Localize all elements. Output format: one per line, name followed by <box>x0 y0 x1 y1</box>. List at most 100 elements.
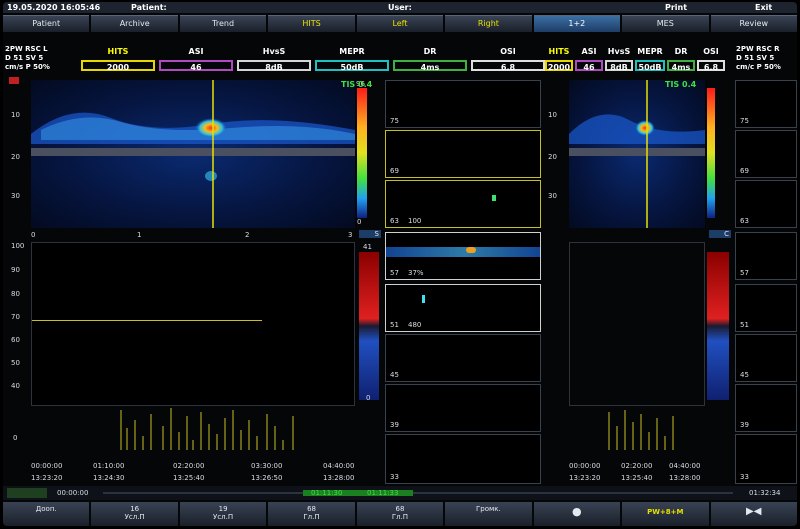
amplitude-panel-right[interactable] <box>569 242 705 406</box>
param-mepr-value[interactable]: 50dB <box>315 60 389 72</box>
play-mid1: 01:11:30 <box>311 489 343 497</box>
tis-label-left: TIS 0.4 <box>341 80 373 89</box>
gain2-control[interactable]: 19 Усл.П <box>179 502 267 526</box>
mini-panel-1[interactable]: 75 <box>385 80 541 128</box>
amp-tick-90: 90 <box>11 266 20 274</box>
depth2-control[interactable]: 68 Гл.П <box>356 502 444 526</box>
tab-1plus2[interactable]: 1+2 <box>533 15 621 32</box>
param-asi-value[interactable]: 46 <box>159 60 233 72</box>
tab-review[interactable]: Review <box>710 15 797 32</box>
amplitude-panel-left[interactable] <box>31 242 355 406</box>
param-mepr-value-right[interactable]: 50dB <box>635 60 665 72</box>
colorbar-left-2 <box>359 252 379 400</box>
app-window: 19.05.2020 16:05:46 Patient: User: Print… <box>3 2 797 526</box>
play-slider[interactable] <box>103 492 733 494</box>
amp-tick-60: 60 <box>11 336 20 344</box>
depth-tick-20: 20 <box>11 153 20 161</box>
tab-trend[interactable]: Trend <box>179 15 267 32</box>
tab-patient[interactable]: Patient <box>3 15 90 32</box>
mini-panel-3[interactable]: 63 100 <box>385 180 541 228</box>
mode-pw-button[interactable]: PW+8+M <box>622 502 709 526</box>
param-asi-label-right: ASI <box>581 47 597 56</box>
right-mini-panel-1[interactable]: 75 <box>735 80 797 128</box>
time-tick-0: 0 <box>31 231 36 239</box>
spectrum-trace <box>31 80 355 228</box>
mode-s-button[interactable]: S <box>359 230 381 238</box>
freeze-button[interactable]: ▶◀ <box>710 502 797 526</box>
play-mid2: 01:11:33 <box>367 489 399 497</box>
hits-histogram-left <box>31 406 355 450</box>
param-hvss-value[interactable]: 8dB <box>237 60 311 72</box>
mode-c-button[interactable]: C <box>709 230 731 238</box>
left-probe-status: 2PW RSC L D 51 SV 5 cm/s P 50% <box>5 45 50 71</box>
time-tick-3: 3 <box>348 231 353 239</box>
tab-right[interactable]: Right <box>445 15 532 32</box>
param-hits-label-right: HITS <box>548 47 570 56</box>
dopp-button[interactable]: Дооп. <box>3 502 90 526</box>
param-osi-value[interactable]: 6.8 <box>471 60 545 72</box>
amp-tick-40: 40 <box>11 382 20 390</box>
marker-icon[interactable] <box>9 77 19 84</box>
play-button[interactable] <box>7 488 47 498</box>
tab-mes[interactable]: MES <box>622 15 709 32</box>
param-dr-label: DR <box>423 47 437 56</box>
bottom-toolbar: Дооп. 16 Усл.П 19 Усл.П 68 Гл.П 68 Гл.П Гром… <box>3 502 797 526</box>
param-dr-label-right: DR <box>674 47 688 56</box>
param-mepr-label: MEPR <box>339 47 365 56</box>
mini-panel-5[interactable]: 51 480 <box>385 284 541 332</box>
print-button[interactable]: Print <box>665 2 687 13</box>
play-end-time: 01:32:34 <box>749 489 781 497</box>
right-mini-panel-2[interactable]: 69 <box>735 130 797 178</box>
colorbar-min: 0 <box>357 218 362 226</box>
param-dr-value-right[interactable]: 4ms <box>667 60 695 72</box>
amp-tick-80: 80 <box>11 290 20 298</box>
param-mepr-label-right: MEPR <box>637 47 663 56</box>
right-mini-panel-7[interactable]: 39 <box>735 384 797 432</box>
right-mini-panel-8[interactable]: 33 <box>735 434 797 484</box>
amp-tick-70: 70 <box>11 313 20 321</box>
right-mini-panel-4[interactable]: 57 <box>735 232 797 280</box>
param-osi-value-right[interactable]: 6.8 <box>697 60 725 72</box>
param-osi-label-right: OSI <box>703 47 719 56</box>
right-mini-panel-3[interactable]: 63 <box>735 180 797 228</box>
record-button[interactable]: ● <box>533 502 621 526</box>
colorbar2-max: 41 <box>363 243 372 251</box>
mini-panel-7[interactable]: 39 <box>385 384 541 432</box>
spectrum-right[interactable] <box>569 80 705 228</box>
param-asi-label: ASI <box>188 47 204 56</box>
timeline-left: 00:00:00 01:10:00 02:20:00 03:30:00 04:4… <box>31 462 355 482</box>
right-mini-panel-6[interactable]: 45 <box>735 334 797 382</box>
amp-tick-50: 50 <box>11 359 20 367</box>
time-tick-2: 2 <box>245 231 250 239</box>
params-right: HITS ASI HvsS MEPR DR OSI 2000 46 8dB 50… <box>545 47 725 75</box>
depth1-control[interactable]: 68 Гл.П <box>268 502 355 526</box>
param-dr-value[interactable]: 4ms <box>393 60 467 72</box>
tab-archive[interactable]: Archive <box>91 15 178 32</box>
patient-label: Patient: <box>131 3 167 12</box>
mini-panel-6[interactable]: 45 <box>385 334 541 382</box>
time-tick-1: 1 <box>137 231 142 239</box>
volume-control[interactable]: Громк. <box>445 502 532 526</box>
mini-panel-2[interactable]: 69 <box>385 130 541 178</box>
mini-panel-4[interactable]: 57 37% <box>385 232 541 280</box>
tab-left[interactable]: Left <box>356 15 444 32</box>
param-hits-value[interactable]: 2000 <box>81 60 155 72</box>
spectrum-left[interactable] <box>31 80 355 228</box>
playback-bar[interactable]: 00:00:00 01:11:30 01:11:33 01:32:34 <box>3 486 797 500</box>
param-hits-value-right[interactable]: 2000 <box>545 60 573 72</box>
param-asi-value-right[interactable]: 46 <box>575 60 603 72</box>
exit-button[interactable]: Exit <box>755 2 772 13</box>
tab-hits[interactable]: HITS <box>268 15 355 32</box>
param-hvss-value-right[interactable]: 8dB <box>605 60 633 72</box>
play-start-time: 00:00:00 <box>57 489 89 497</box>
gain1-control[interactable]: 16 Усл.П <box>91 502 178 526</box>
param-hvss-label-right: HvsS <box>607 47 631 56</box>
zero-label: 0 <box>13 434 18 442</box>
mini-panel-8[interactable]: 33 <box>385 434 541 484</box>
right-mini-panel-5[interactable]: 51 <box>735 284 797 332</box>
param-osi-label: OSI <box>500 47 516 56</box>
depth-tick-30: 30 <box>11 192 20 200</box>
colorbar-right <box>707 88 715 218</box>
colorbar-right-2 <box>707 252 729 400</box>
amp-tick-100: 100 <box>11 242 25 250</box>
